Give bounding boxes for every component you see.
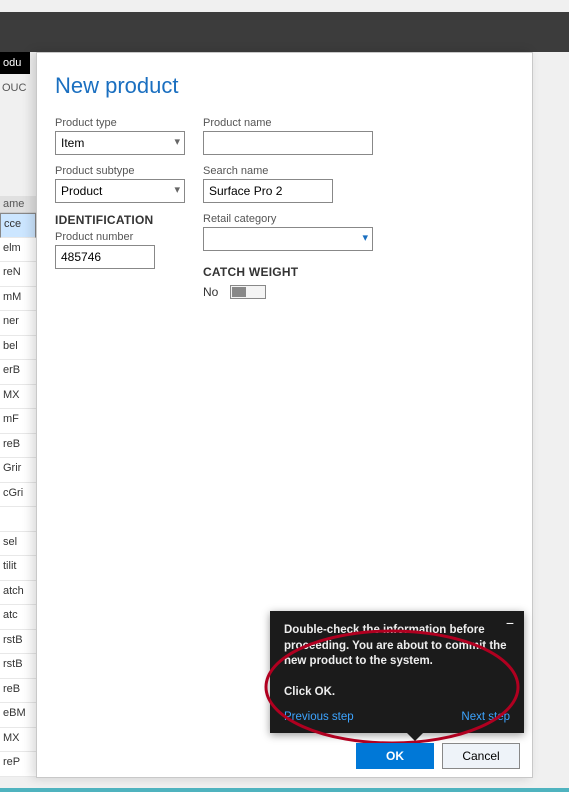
- list-item[interactable]: reB: [0, 434, 36, 459]
- list-item[interactable]: rstB: [0, 630, 36, 655]
- window-tab: odu: [0, 52, 30, 74]
- list-item[interactable]: reN: [0, 262, 36, 287]
- product-subtype-select[interactable]: [55, 179, 185, 203]
- product-name-input[interactable]: [203, 131, 373, 155]
- previous-step-link[interactable]: Previous step: [284, 711, 354, 723]
- list-item[interactable]: bel: [0, 336, 36, 361]
- list-item[interactable]: mM: [0, 287, 36, 312]
- list-item[interactable]: cGri: [0, 483, 36, 508]
- list-item[interactable]: [0, 507, 36, 532]
- retail-category-select[interactable]: [203, 227, 373, 251]
- list-item[interactable]: cce: [0, 213, 36, 238]
- retail-category-label: Retail category: [203, 213, 403, 225]
- minimize-icon[interactable]: −: [506, 619, 514, 627]
- list-item[interactable]: sel: [0, 532, 36, 557]
- cancel-button[interactable]: Cancel: [442, 743, 520, 769]
- catch-weight-header: CATCH WEIGHT: [203, 265, 403, 279]
- dialog-title: New product: [55, 73, 514, 99]
- tooltip-arrow-icon: [406, 732, 424, 741]
- list-item[interactable]: atc: [0, 605, 36, 630]
- list-item[interactable]: reP: [0, 752, 36, 777]
- list-item[interactable]: Grir: [0, 458, 36, 483]
- product-subtype-label: Product subtype: [55, 165, 185, 177]
- list-item[interactable]: MX: [0, 728, 36, 753]
- list-header: ame: [0, 196, 36, 213]
- search-name-input[interactable]: [203, 179, 333, 203]
- bottom-accent-bar: [0, 788, 569, 792]
- product-number-label: Product number: [55, 231, 185, 243]
- list-item[interactable]: atch: [0, 581, 36, 606]
- list-item[interactable]: rstB: [0, 654, 36, 679]
- list-item[interactable]: elm: [0, 238, 36, 263]
- product-number-input[interactable]: [55, 245, 155, 269]
- background-list: ame cceelmreNmMnerbelerBMXmFreBGrircGris…: [0, 196, 36, 777]
- catch-weight-value: No: [203, 285, 218, 299]
- catch-weight-toggle[interactable]: [230, 285, 266, 299]
- list-item[interactable]: eBM: [0, 703, 36, 728]
- dialog-footer: OK Cancel: [356, 743, 520, 769]
- next-step-link[interactable]: Next step: [461, 711, 510, 723]
- tooltip-text-1: Double-check the information before proc…: [284, 624, 507, 667]
- product-name-label: Product name: [203, 117, 403, 129]
- guidance-tooltip: − Double-check the information before pr…: [270, 611, 524, 733]
- new-product-dialog: New product Product type ▾ Product subty…: [36, 52, 533, 778]
- list-item[interactable]: ner: [0, 311, 36, 336]
- list-item[interactable]: erB: [0, 360, 36, 385]
- tooltip-text-2: Click OK.: [284, 686, 335, 698]
- list-item[interactable]: tilit: [0, 556, 36, 581]
- product-type-select[interactable]: [55, 131, 185, 155]
- ouc-label: OUC: [2, 82, 26, 94]
- ok-button[interactable]: OK: [356, 743, 434, 769]
- app-topbar: [0, 12, 569, 52]
- product-type-label: Product type: [55, 117, 185, 129]
- list-item[interactable]: MX: [0, 385, 36, 410]
- identification-header: IDENTIFICATION: [55, 213, 185, 227]
- search-name-label: Search name: [203, 165, 403, 177]
- list-item[interactable]: mF: [0, 409, 36, 434]
- list-item[interactable]: reB: [0, 679, 36, 704]
